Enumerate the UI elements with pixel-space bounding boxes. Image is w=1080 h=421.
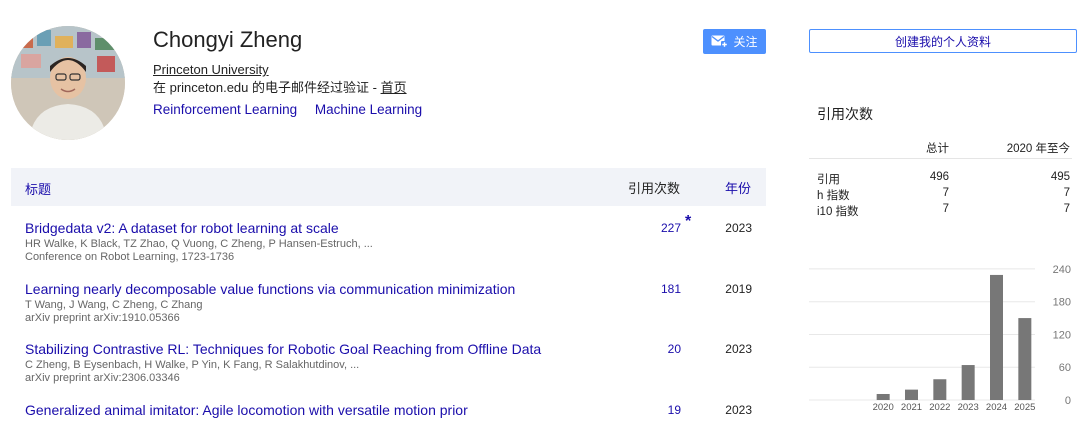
stats-header-row: 总计 2020 年至今 bbox=[809, 138, 1072, 159]
chart-y-tick-label: 0 bbox=[1065, 395, 1071, 407]
publication-title-link[interactable]: Learning nearly decomposable value funct… bbox=[25, 281, 515, 297]
interest-link-reinforcement-learning[interactable]: Reinforcement Learning bbox=[153, 102, 297, 117]
stats-row-citations: 引用 496 495 bbox=[809, 171, 1072, 187]
chart-x-tick-label: 2024 bbox=[986, 402, 1007, 413]
chart-bar-2023[interactable] bbox=[961, 365, 975, 400]
chart-bar-2020[interactable] bbox=[876, 393, 890, 400]
publication-cites-link[interactable]: 181 bbox=[625, 282, 681, 296]
merged-citations-star[interactable]: * bbox=[685, 213, 691, 231]
homepage-link[interactable]: 首页 bbox=[381, 80, 407, 95]
stats-total: 496 bbox=[929, 171, 949, 183]
research-interests: Reinforcement Learning Machine Learning bbox=[153, 101, 436, 118]
publication-authors: C Zheng, B Eysenbach, H Walke, P Yin, K … bbox=[25, 359, 360, 371]
publication-authors: HR Walke, K Black, TZ Zhao, Q Vuong, C Z… bbox=[25, 238, 373, 250]
stats-label: h 指数 bbox=[817, 190, 850, 202]
publication-row: Bridgedata v2: A dataset for robot learn… bbox=[25, 213, 766, 264]
cited-by-heading: 引用次数 bbox=[817, 106, 873, 122]
chart-y-tick-label: 240 bbox=[1053, 264, 1071, 276]
stats-since: 495 bbox=[1050, 171, 1070, 183]
chart-bar-2022[interactable] bbox=[933, 379, 947, 400]
publication-title-link[interactable]: Bridgedata v2: A dataset for robot learn… bbox=[25, 220, 339, 236]
verified-email-text: 在 princeton.edu 的电子邮件经过验证 - 首页 bbox=[153, 79, 407, 96]
chart-bar-2025[interactable] bbox=[1018, 318, 1032, 400]
verified-email-label: 在 princeton.edu 的电子邮件经过验证 - bbox=[153, 80, 381, 95]
publication-cites-link[interactable]: 20 bbox=[625, 342, 681, 356]
stats-total: 7 bbox=[942, 187, 949, 199]
publication-year: 2023 bbox=[725, 342, 752, 356]
citations-per-year-chart: 0 60 120 180 240 2020 2021 2022 2023 2024 2025 bbox=[809, 264, 1071, 413]
chart-bar-2021[interactable] bbox=[905, 389, 918, 400]
publication-row: Learning nearly decomposable value funct… bbox=[25, 281, 766, 325]
chart-y-tick-label: 180 bbox=[1053, 297, 1071, 309]
chart-x-tick-label: 2022 bbox=[929, 402, 950, 413]
publication-venue: arXiv preprint arXiv:1910.05366 bbox=[25, 312, 180, 324]
chart-y-tick-label: 120 bbox=[1053, 329, 1071, 341]
stats-total: 7 bbox=[942, 203, 949, 215]
stats-total-header: 总计 bbox=[926, 143, 949, 155]
chart-x-tick-label: 2021 bbox=[901, 402, 922, 413]
chart-x-tick-label: 2020 bbox=[873, 402, 894, 413]
stats-row-h-index: h 指数 7 7 bbox=[809, 187, 1072, 203]
publication-venue: arXiv preprint arXiv:2306.03346 bbox=[25, 372, 180, 384]
publication-row: Stabilizing Contrastive RL: Techniques f… bbox=[25, 341, 766, 385]
follow-mail-icon bbox=[711, 35, 729, 48]
stats-since-header: 2020 年至今 bbox=[1006, 143, 1070, 155]
stats-row-i10-index: i10 指数 7 7 bbox=[809, 203, 1072, 219]
publication-title-link[interactable]: Stabilizing Contrastive RL: Techniques f… bbox=[25, 341, 541, 357]
publication-venue: Conference on Robot Learning, 1723-1736 bbox=[25, 251, 235, 263]
publication-year: 2023 bbox=[725, 221, 752, 235]
publication-authors: T Wang, J Wang, C Zheng, C Zhang bbox=[25, 299, 203, 311]
publication-year: 2019 bbox=[725, 282, 752, 296]
interest-link-machine-learning[interactable]: Machine Learning bbox=[315, 102, 422, 117]
follow-label: 关注 bbox=[733, 35, 758, 49]
citation-stats-table: 总计 2020 年至今 引用 496 495 h 指数 7 7 i10 指数 7… bbox=[809, 138, 1072, 219]
affiliation-link[interactable]: Princeton University bbox=[153, 62, 269, 78]
avatar bbox=[11, 26, 125, 140]
stats-since: 7 bbox=[1063, 187, 1070, 199]
profile-name: Chongyi Zheng bbox=[153, 27, 303, 52]
chart-x-tick-label: 2023 bbox=[958, 402, 979, 413]
publication-cites-link[interactable]: 227 bbox=[625, 221, 681, 235]
follow-button[interactable]: 关注 bbox=[703, 29, 766, 54]
chart-bar-2024[interactable] bbox=[990, 274, 1003, 400]
publication-row: Generalized animal imitator: Agile locom… bbox=[25, 402, 766, 420]
publication-year: 2023 bbox=[725, 403, 752, 417]
sort-by-title[interactable]: 标题 bbox=[25, 179, 51, 198]
chart-y-tick-label: 60 bbox=[1059, 362, 1071, 374]
cited-by-column-header[interactable]: 引用次数 bbox=[628, 178, 680, 197]
publication-title-link[interactable]: Generalized animal imitator: Agile locom… bbox=[25, 402, 468, 418]
stats-label: 引用 bbox=[817, 174, 840, 186]
stats-label: i10 指数 bbox=[817, 206, 859, 218]
chart-x-tick-label: 2025 bbox=[1014, 402, 1035, 413]
stats-since: 7 bbox=[1063, 203, 1070, 215]
sort-by-year[interactable]: 年份 bbox=[725, 178, 751, 197]
publication-cites-link[interactable]: 19 bbox=[625, 403, 681, 417]
publications-table-header: 标题 引用次数 年份 bbox=[11, 168, 766, 206]
create-profile-button[interactable]: 创建我的个人资料 bbox=[809, 29, 1077, 53]
